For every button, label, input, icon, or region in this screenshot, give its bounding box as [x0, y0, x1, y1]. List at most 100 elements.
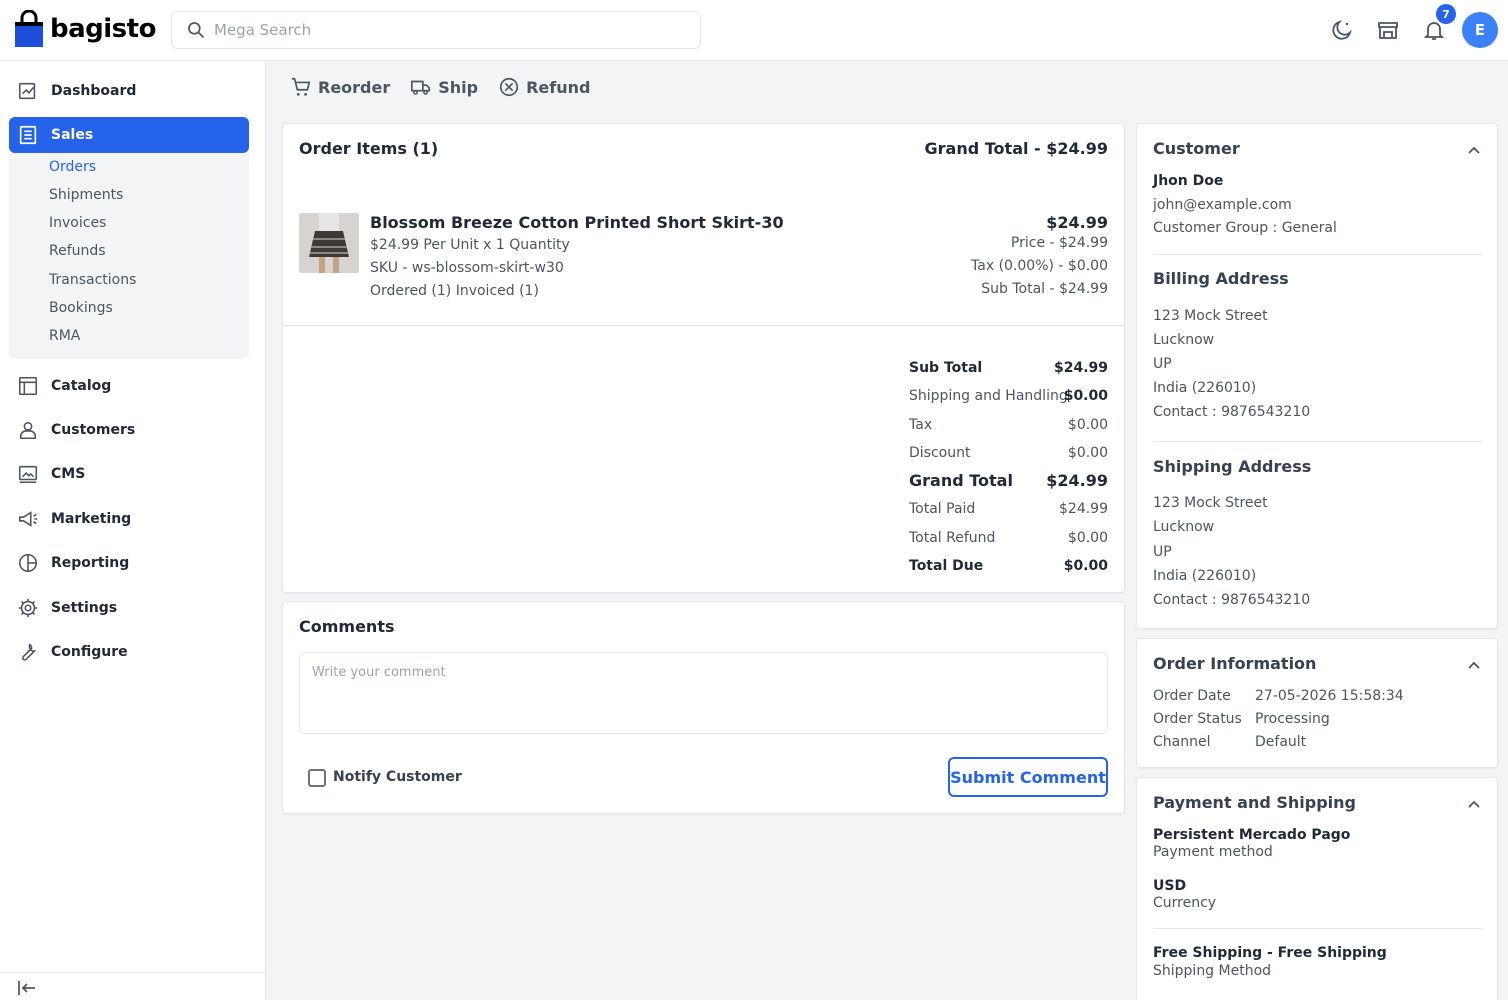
product-thumbnail[interactable]: [299, 213, 359, 273]
product-sku: SKU - ws-blossom-skirt-w30: [370, 260, 564, 276]
sidebar-item-label: Customers: [51, 422, 136, 438]
sidebar-item-marketing[interactable]: Marketing: [9, 501, 249, 537]
order-date-value: 27-05-2026 15:58:34: [1255, 688, 1404, 704]
shipping-method-label: Shipping Method: [1153, 963, 1272, 979]
customer-email: john@example.com: [1153, 197, 1292, 213]
catalog-icon: [17, 375, 39, 397]
mega-search[interactable]: [171, 11, 701, 49]
customer-card: Customer Jhon Doe john@example.com Custo…: [1136, 123, 1498, 629]
cms-icon: [17, 463, 39, 485]
section-divider: [1153, 928, 1482, 929]
submenu-item-shipments[interactable]: Shipments: [49, 187, 123, 203]
summary-refund-value: $0.00: [1067, 530, 1108, 546]
brand-name: bagisto: [50, 14, 156, 44]
cancel-circle-icon: [500, 77, 519, 97]
sidebar-item-cms[interactable]: CMS: [9, 456, 249, 492]
truck-icon: [411, 80, 431, 95]
submit-comment-button[interactable]: Submit Comment: [948, 757, 1108, 797]
brand-logo[interactable]: bagisto: [14, 10, 156, 48]
store-icon: [1378, 22, 1398, 39]
customer-name[interactable]: Jhon Doe: [1153, 173, 1223, 189]
comments-title: Comments: [299, 617, 395, 636]
summary-due-value: $0.00: [1063, 558, 1108, 574]
product-unit-price: $24.99 Per Unit x 1 Quantity: [370, 237, 570, 253]
ship-label: Ship: [438, 77, 479, 97]
section-divider: [1153, 254, 1482, 255]
skirt-image-icon: [299, 213, 359, 273]
item-price: Price - $24.99: [1010, 235, 1108, 251]
submenu-item-bookings[interactable]: Bookings: [49, 300, 113, 316]
dark-mode-toggle[interactable]: [1328, 16, 1356, 44]
order-information-card: Order Information Order Date 27-05-2026 …: [1136, 638, 1498, 768]
ship-button[interactable]: Ship: [410, 76, 478, 98]
payment-shipping-card: Payment and Shipping Persistent Mercado …: [1136, 777, 1498, 1000]
channel-label: Channel: [1153, 734, 1211, 750]
submenu-item-transactions[interactable]: Transactions: [49, 272, 136, 288]
sidebar-item-settings[interactable]: Settings: [9, 590, 249, 626]
submenu-item-invoices[interactable]: Invoices: [49, 215, 106, 231]
search-icon: [188, 22, 205, 39]
sidebar-item-label: Reporting: [51, 555, 130, 571]
sidebar-item-label: Marketing: [51, 511, 132, 527]
dashboard-icon: [17, 80, 39, 102]
billing-line: Contact : 9876543210: [1153, 404, 1311, 420]
item-tax: Tax (0.00%) - $0.00: [971, 258, 1108, 274]
order-status-value: Processing: [1255, 711, 1330, 727]
sidebar-item-label: CMS: [51, 466, 86, 482]
shipping-line: India (226010): [1153, 568, 1257, 584]
notify-customer-label[interactable]: Notify Customer: [333, 769, 462, 785]
billing-line: India (226010): [1153, 380, 1257, 396]
marketing-icon: [17, 508, 39, 530]
section-divider: [283, 325, 1124, 326]
billing-title: Billing Address: [1153, 269, 1289, 288]
sidebar-item-configure[interactable]: Configure: [9, 634, 249, 670]
sidebar-item-sales[interactable]: Sales: [9, 117, 249, 153]
grand-total-heading: Grand Total - $24.99: [924, 139, 1108, 158]
wrench-icon: [17, 641, 39, 663]
customer-group: Customer Group : General: [1153, 220, 1337, 236]
sidebar-item-label: Configure: [51, 644, 128, 660]
refund-button[interactable]: Refund: [498, 76, 590, 98]
user-avatar[interactable]: E: [1462, 12, 1498, 48]
submenu-item-refunds[interactable]: Refunds: [49, 243, 106, 259]
product-status: Ordered (1) Invoiced (1): [370, 283, 539, 299]
sidebar-item-dashboard[interactable]: Dashboard: [9, 73, 249, 109]
order-actions: Reorder Ship Refund: [290, 76, 610, 98]
billing-line: UP: [1153, 356, 1172, 372]
sidebar-item-catalog[interactable]: Catalog: [9, 368, 249, 404]
sidebar-item-label: Catalog: [51, 378, 112, 394]
summary-shipping-label: Shipping and Handling: [909, 388, 1068, 404]
currency-label: Currency: [1153, 895, 1217, 911]
comments-card: Comments Notify Customer Submit Comment: [282, 601, 1125, 814]
submenu-item-orders[interactable]: Orders: [49, 159, 96, 175]
shipping-title: Shipping Address: [1153, 457, 1312, 476]
summary-subtotal-value: $24.99: [1053, 360, 1108, 376]
billing-line: Lucknow: [1153, 332, 1215, 348]
notify-customer-checkbox[interactable]: [308, 769, 326, 787]
refund-label: Refund: [526, 77, 591, 97]
cart-icon: [291, 77, 311, 96]
search-input[interactable]: [214, 21, 674, 39]
summary-tax-label: Tax: [909, 417, 933, 433]
customer-title: Customer: [1153, 139, 1240, 158]
item-price-total: $24.99: [1046, 213, 1108, 232]
sidebar-item-reporting[interactable]: Reporting: [9, 545, 249, 581]
sidebar-item-customers[interactable]: Customers: [9, 412, 249, 448]
payment-method-name: Persistent Mercado Pago: [1153, 827, 1351, 843]
sales-submenu: Orders Shipments Invoices Refunds Transa…: [9, 153, 249, 359]
comment-textarea[interactable]: [299, 652, 1108, 734]
chevron-up-icon[interactable]: [1466, 142, 1482, 158]
storefront-button[interactable]: [1374, 16, 1402, 44]
submenu-item-rma[interactable]: RMA: [49, 328, 80, 344]
chevron-up-icon[interactable]: [1466, 796, 1482, 812]
summary-paid-value: $24.99: [1059, 501, 1108, 517]
shipping-method-name: Free Shipping - Free Shipping: [1153, 945, 1387, 961]
sidebar: Dashboard Sales Orders Shipments Invoice…: [0, 61, 266, 1000]
order-date-label: Order Date: [1153, 688, 1231, 704]
order-info-title: Order Information: [1153, 654, 1317, 673]
chevron-up-icon[interactable]: [1466, 657, 1482, 673]
product-name[interactable]: Blossom Breeze Cotton Printed Short Skir…: [370, 213, 784, 232]
reorder-button[interactable]: Reorder: [290, 76, 390, 98]
order-items-card: Order Items (1) Grand Total - $24.99 Blo…: [282, 123, 1125, 593]
sidebar-collapse-bar[interactable]: [0, 972, 266, 1000]
